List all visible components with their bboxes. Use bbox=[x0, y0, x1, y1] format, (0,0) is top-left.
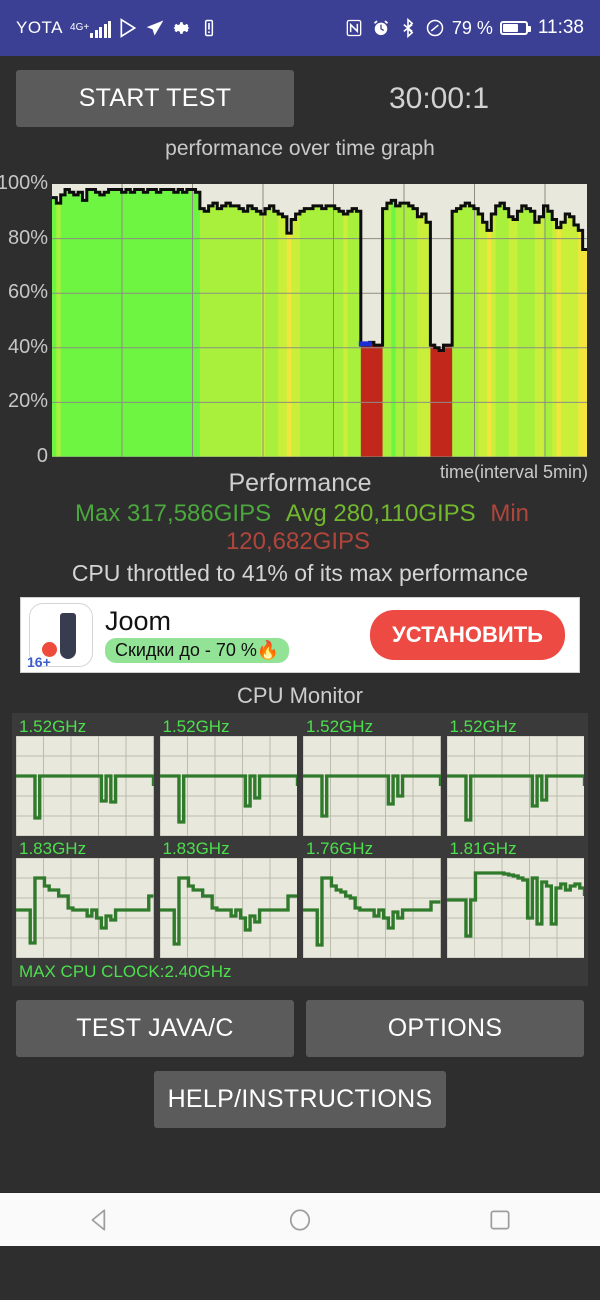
cpu-core-5-plot bbox=[159, 858, 297, 958]
start-test-button[interactable]: START TEST bbox=[16, 70, 294, 127]
cpu-core-6-plot bbox=[303, 858, 441, 958]
play-store-icon bbox=[118, 18, 138, 38]
signal-bars-icon bbox=[90, 21, 112, 38]
clock-label: 11:38 bbox=[537, 17, 584, 38]
test-java-c-button[interactable]: TEST JAVA/C bbox=[16, 1000, 294, 1057]
cpu-core-3: 1.52GHz bbox=[446, 717, 584, 836]
home-icon[interactable] bbox=[260, 1193, 340, 1247]
cpu-core-4: 1.83GHz bbox=[16, 839, 154, 958]
performance-graph-y-axis: 100% 80% 60% 40% 20% 0 bbox=[0, 172, 52, 467]
cpu-core-0-freq: 1.52GHz bbox=[19, 717, 87, 736]
battery-percent-label: 79 % bbox=[451, 17, 493, 38]
cpu-monitor-heading: CPU Monitor bbox=[237, 683, 363, 708]
ad-banner[interactable]: 16+ Joom Скидки до - 70 %🔥 УСТАНОВИТЬ bbox=[20, 597, 580, 673]
performance-graph-plot bbox=[52, 184, 587, 457]
bluetooth-icon bbox=[398, 18, 418, 38]
network-type-icon: 4G+ bbox=[70, 18, 112, 38]
cpu-core-2-freq: 1.52GHz bbox=[306, 717, 374, 736]
status-bar-right: 79 % 11:38 bbox=[344, 17, 584, 39]
cpu-core-2: 1.52GHz bbox=[303, 717, 441, 836]
app-root: START TEST 30:00:1 performance over time… bbox=[0, 56, 600, 1246]
cpu-core-row-top: 1.52GHz 1.52GHz 1.52GHz 1.52GHz bbox=[16, 717, 584, 836]
y-tick-60: 60% bbox=[7, 281, 48, 304]
ad-age-rating: 16+ bbox=[27, 654, 51, 670]
cpu-core-3-freq: 1.52GHz bbox=[449, 717, 517, 736]
y-tick-0: 0 bbox=[36, 445, 48, 468]
cpu-core-row-bottom: 1.83GHz 1.83GHz 1.76GHz 1.81GHz bbox=[16, 839, 584, 958]
status-bar: YOTA 4G+ 79 % 11:38 bbox=[0, 0, 600, 56]
cpu-core-6: 1.76GHz bbox=[303, 839, 441, 958]
cpu-core-5: 1.83GHz bbox=[159, 839, 297, 958]
performance-graph-svg bbox=[52, 184, 587, 457]
action-button-row: TEST JAVA/C OPTIONS bbox=[0, 986, 600, 1057]
performance-max-label: Max 317,586GIPS bbox=[74, 500, 272, 527]
alarm-icon bbox=[371, 18, 391, 38]
y-tick-40: 40% bbox=[7, 335, 48, 358]
cpu-core-1-plot bbox=[159, 736, 297, 836]
performance-graph-x-caption: time(interval 5min) bbox=[439, 462, 588, 482]
cpu-core-1: 1.52GHz bbox=[159, 717, 297, 836]
gear-icon bbox=[172, 18, 192, 38]
dnd-icon bbox=[425, 18, 445, 38]
cpu-core-1-freq: 1.52GHz bbox=[162, 717, 230, 736]
options-button[interactable]: OPTIONS bbox=[306, 1000, 584, 1057]
cpu-core-7-freq: 1.81GHz bbox=[449, 839, 517, 858]
performance-avg-label: Avg 280,110GIPS bbox=[285, 500, 476, 527]
performance-graph-title: performance over time graph bbox=[165, 137, 435, 160]
performance-graph: 100% 80% 60% 40% 20% 0 time(interval 5mi… bbox=[0, 161, 600, 482]
timer-label: 30:00:1 bbox=[388, 81, 490, 115]
help-instructions-button[interactable]: HELP/INSTRUCTIONS bbox=[154, 1071, 446, 1128]
cpu-core-7-plot bbox=[446, 858, 584, 958]
y-tick-100: 100% bbox=[0, 172, 48, 195]
joom-logo-bar-icon bbox=[60, 613, 76, 659]
top-controls-row: START TEST 30:00:1 bbox=[0, 56, 600, 127]
cpu-core-5-freq: 1.83GHz bbox=[162, 839, 230, 858]
ad-install-button[interactable]: УСТАНОВИТЬ bbox=[370, 610, 565, 660]
cpu-core-0: 1.52GHz bbox=[16, 717, 154, 836]
ad-text-block: Joom Скидки до - 70 %🔥 bbox=[105, 606, 290, 663]
back-icon[interactable] bbox=[60, 1193, 140, 1247]
help-button-row: HELP/INSTRUCTIONS bbox=[0, 1057, 600, 1128]
cpu-core-4-plot bbox=[16, 858, 154, 958]
carrier-label: YOTA bbox=[16, 18, 64, 37]
network-type-label: 4G+ bbox=[70, 22, 90, 33]
ad-title: Joom bbox=[105, 606, 172, 636]
status-bar-left: YOTA 4G+ bbox=[16, 18, 219, 38]
battery-icon bbox=[499, 21, 531, 35]
throttle-status-text: CPU throttled to 41% of its max performa… bbox=[71, 560, 529, 586]
cpu-core-7: 1.81GHz bbox=[446, 839, 584, 958]
cpu-monitor-panel: 1.52GHz 1.52GHz 1.52GHz 1.52GHz 1.83GHz bbox=[12, 713, 588, 986]
y-tick-20: 20% bbox=[7, 390, 48, 413]
cpu-core-6-freq: 1.76GHz bbox=[306, 839, 374, 858]
android-navigation-bar bbox=[0, 1192, 600, 1246]
cpu-core-2-plot bbox=[303, 736, 441, 836]
cpu-core-3-plot bbox=[446, 736, 584, 836]
recents-icon[interactable] bbox=[460, 1193, 540, 1247]
battery-alert-icon bbox=[199, 18, 219, 38]
ad-subtitle: Скидки до - 70 %🔥 bbox=[105, 638, 290, 663]
nfc-icon bbox=[344, 18, 364, 38]
cpu-core-4-freq: 1.83GHz bbox=[19, 839, 87, 858]
telegram-icon bbox=[145, 18, 165, 38]
performance-stats: Max 317,586GIPS Avg 280,110GIPS Min 120,… bbox=[0, 500, 600, 556]
y-tick-80: 80% bbox=[7, 226, 48, 249]
cpu-core-0-plot bbox=[16, 736, 154, 836]
max-cpu-clock-label: MAX CPU CLOCK:2.40GHz bbox=[19, 962, 232, 981]
